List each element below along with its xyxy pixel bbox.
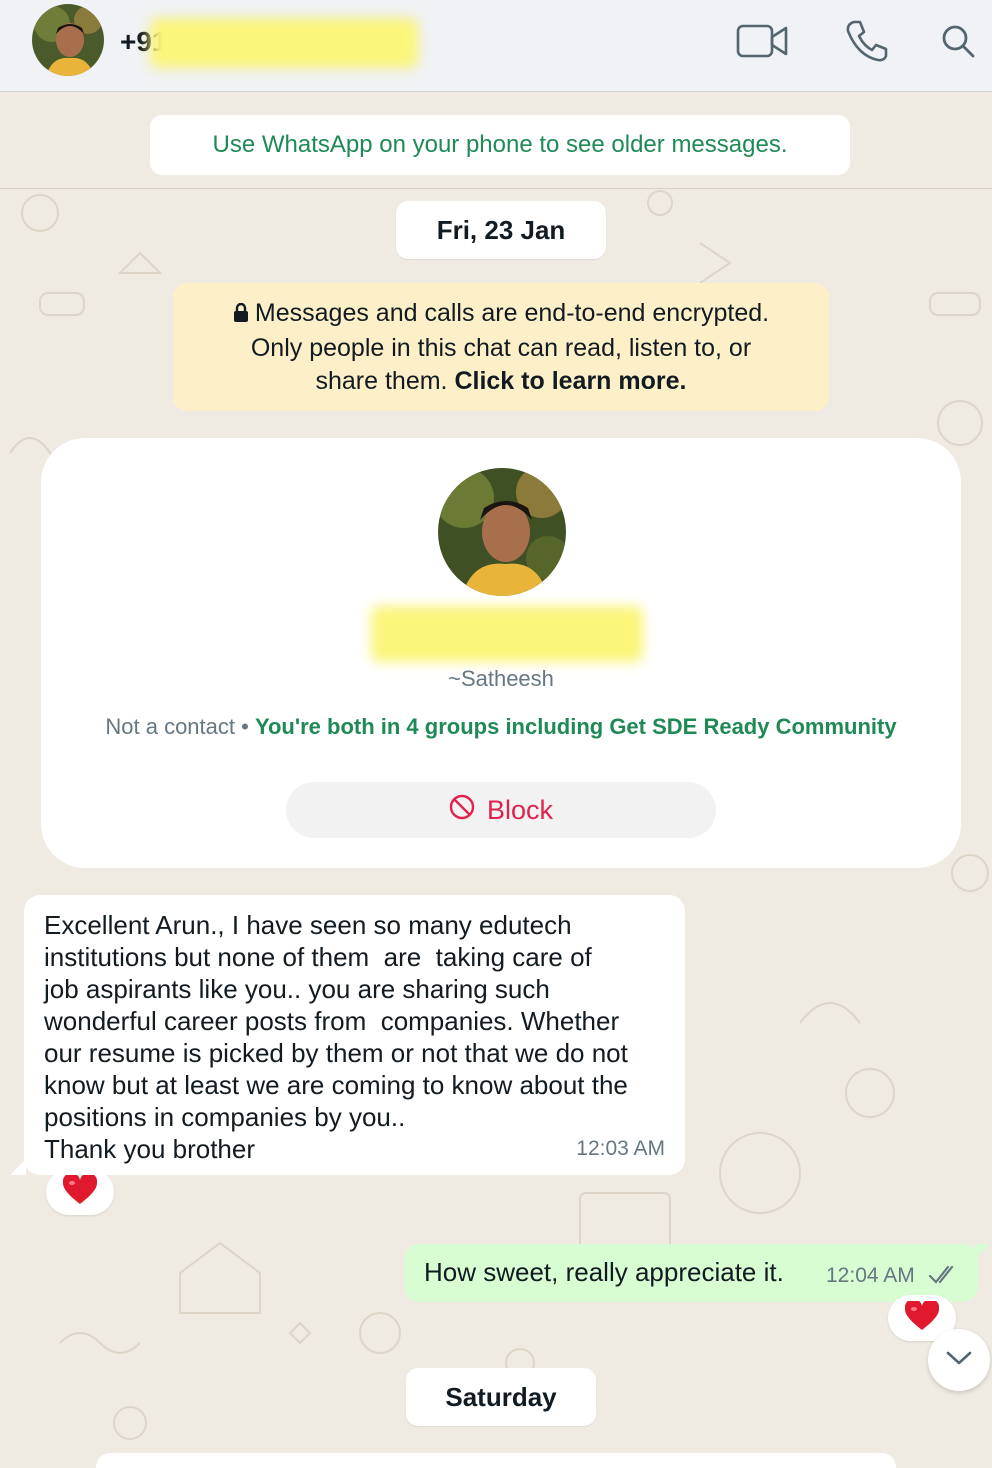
older-messages-notice[interactable]: Use WhatsApp on your phone to see older … bbox=[150, 115, 850, 175]
message-line: wonderful career posts from companies. W… bbox=[44, 1006, 620, 1036]
heart-icon bbox=[904, 1298, 940, 1336]
chat-area[interactable]: Use WhatsApp on your phone to see older … bbox=[0, 93, 992, 1468]
chevron-down-icon bbox=[945, 1349, 973, 1372]
message-timestamp: 12:04 AM bbox=[826, 1264, 915, 1287]
next-message-partial bbox=[96, 1453, 896, 1468]
read-receipt-icon bbox=[928, 1262, 960, 1293]
bubble-tail bbox=[10, 1159, 26, 1175]
block-label: Block bbox=[486, 794, 554, 825]
contact-profile-photo[interactable] bbox=[438, 468, 566, 596]
redacted-phone-blur bbox=[150, 18, 418, 68]
encryption-line-2: Only people in this chat can read, liste… bbox=[250, 334, 752, 362]
contact-info-card: ~Satheesh Not a contact • You're both in… bbox=[41, 438, 961, 868]
message-line: positions in companies by you.. bbox=[44, 1102, 406, 1132]
scroll-to-bottom-button[interactable] bbox=[928, 1329, 990, 1391]
older-messages-banner: Use WhatsApp on your phone to see older … bbox=[0, 93, 992, 189]
separator-dot: • bbox=[235, 714, 255, 739]
message-text: How sweet, really appreciate it. bbox=[424, 1257, 784, 1287]
common-groups-link[interactable]: You're both in 4 groups including Get SD… bbox=[255, 714, 897, 739]
message-line: institutions but none of them are taking… bbox=[44, 942, 592, 972]
message-line: our resume is picked by them or not that… bbox=[44, 1038, 628, 1068]
encryption-notice[interactable]: Messages and calls are end-to-end encryp… bbox=[173, 283, 829, 411]
search-icon[interactable] bbox=[930, 18, 986, 64]
block-icon bbox=[449, 794, 475, 827]
message-line: job aspirants like you.. you are sharing… bbox=[44, 974, 550, 1004]
contact-alias: ~Satheesh bbox=[448, 666, 554, 691]
outgoing-message[interactable]: How sweet, really appreciate it. 12:04 A… bbox=[404, 1244, 990, 1302]
encryption-line-1: Messages and calls are end-to-end encryp… bbox=[254, 299, 770, 327]
redacted-name-blur bbox=[371, 606, 643, 662]
not-contact-label: Not a contact bbox=[105, 714, 236, 739]
chat-header: +91 bbox=[0, 0, 992, 92]
message-timestamp: 12:03 AM bbox=[576, 1137, 665, 1160]
heart-icon bbox=[62, 1172, 98, 1210]
voice-call-icon[interactable] bbox=[838, 18, 894, 64]
message-line: Excellent Arun., I have seen so many edu… bbox=[44, 910, 572, 940]
incoming-message[interactable]: Excellent Arun., I have seen so many edu… bbox=[10, 895, 685, 1175]
learn-more-link[interactable]: Click to learn more. bbox=[454, 367, 686, 395]
bubble-tail bbox=[974, 1244, 990, 1260]
message-line: Thank you brother bbox=[44, 1134, 256, 1164]
date-separator: Fri, 23 Jan bbox=[396, 201, 606, 259]
video-call-icon[interactable] bbox=[734, 18, 790, 64]
message-line: know but at least we are coming to know … bbox=[44, 1070, 628, 1100]
contact-avatar[interactable] bbox=[32, 4, 104, 76]
block-button[interactable]: Block bbox=[286, 782, 716, 838]
date-separator: Saturday bbox=[406, 1368, 596, 1426]
lock-icon bbox=[233, 299, 249, 332]
contact-status-line: Not a contact • You're both in 4 groups … bbox=[41, 714, 961, 740]
encryption-line-3: share them. bbox=[315, 367, 455, 395]
heart-reaction[interactable] bbox=[46, 1169, 114, 1215]
